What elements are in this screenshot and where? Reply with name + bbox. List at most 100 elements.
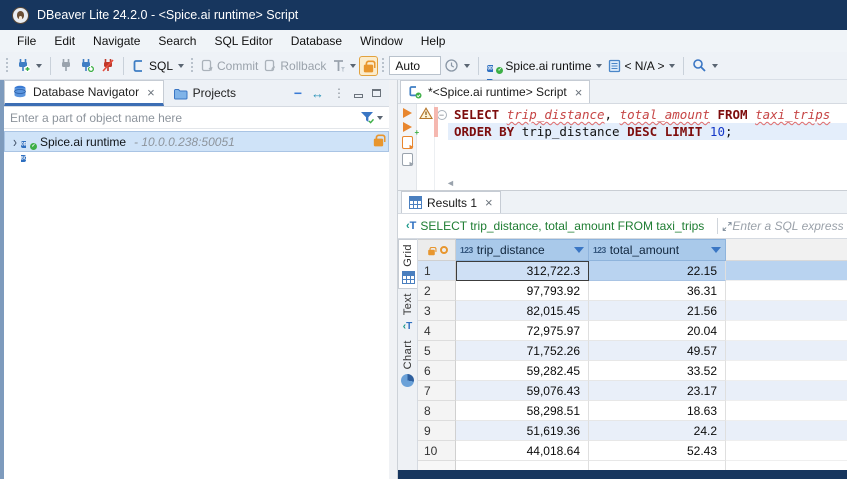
object-filter-input[interactable]: Enter a part of object name here [10,111,360,125]
menu-item-window[interactable]: Window [351,32,412,50]
reconnect-button[interactable] [76,56,98,75]
cell-total_amount[interactable]: 49.57 [589,341,726,361]
row-number[interactable]: 1 [418,261,456,281]
grid-row-8[interactable]: 858,298.5118.63 [418,401,847,421]
transaction-mode-dropdown-arrow[interactable] [350,64,356,68]
sort-desc-icon[interactable] [574,247,584,253]
execute-statement-button[interactable] [403,108,412,118]
menu-item-search[interactable]: Search [149,32,205,50]
sql-line-1[interactable]: SELECT trip_distance, total_amount FROM … [448,106,847,123]
column-header-total-amount[interactable]: 123 total_amount [589,239,726,261]
menu-item-help[interactable]: Help [412,32,455,50]
disconnect-button[interactable] [98,56,118,75]
row-number[interactable]: 4 [418,321,456,341]
cell-total_amount[interactable]: 23.17 [589,381,726,401]
rollback-button[interactable]: Rollback [261,57,329,75]
expand-arrows-icon[interactable] [722,220,732,233]
collapse-all-icon[interactable]: − [294,85,302,101]
sql-editor[interactable]: − SELECT trip_distance, total_amount FRO… [398,104,847,190]
grid-row-4[interactable]: 472,975.9720.04 [418,321,847,341]
cell-total_amount[interactable]: 24.2 [589,421,726,441]
row-number[interactable]: 2 [418,281,456,301]
commit-mode-combo[interactable]: Auto [389,56,441,75]
commit-button[interactable]: Commit [198,57,261,75]
sort-desc-icon[interactable] [711,247,721,253]
row-number[interactable]: 9 [418,421,456,441]
tab-projects[interactable]: Projects [164,80,245,106]
result-grid[interactable]: 123 trip_distance 123 total_amount [418,239,847,479]
grid-row-1[interactable]: 1312,722.322.15 [418,261,847,281]
close-icon[interactable]: × [485,195,493,210]
execute-new-tab-button[interactable] [403,122,412,132]
cell-total_amount[interactable]: 33.52 [589,361,726,381]
menu-item-sql-editor[interactable]: SQL Editor [205,32,281,50]
cell-trip_distance[interactable]: 82,015.45 [456,301,589,321]
row-number[interactable]: 8 [418,401,456,421]
search-dropdown-arrow[interactable] [712,64,718,68]
expand-chevron-icon[interactable]: › [13,132,17,150]
sql-editor-dropdown-arrow[interactable] [178,64,184,68]
tab-script[interactable]: *<Spice.ai runtime> Script × [400,80,590,103]
grid-row-6[interactable]: 659,282.4533.52 [418,361,847,381]
results-filter-bar[interactable]: ‹T SELECT trip_distance, total_amount FR… [398,214,847,239]
connection-lock-toggle[interactable] [359,56,378,76]
cell-trip_distance[interactable]: 58,298.51 [456,401,589,421]
cell-total_amount[interactable]: 21.56 [589,301,726,321]
fold-minus-icon[interactable]: − [437,110,447,120]
cell-trip_distance[interactable]: 59,076.43 [456,381,589,401]
connection-dropdown-arrow[interactable] [596,64,602,68]
new-connection-dropdown-arrow[interactable] [36,64,42,68]
cell-trip_distance[interactable]: 51,619.36 [456,421,589,441]
grid-corner-cell[interactable] [418,239,456,261]
tab-database-navigator[interactable]: Database Navigator × [4,80,164,106]
tab-grid[interactable]: Grid [398,239,417,289]
row-number[interactable]: 6 [418,361,456,381]
tab-text[interactable]: Text ‹T [398,289,417,336]
execute-script-button[interactable] [402,136,413,149]
cell-trip_distance[interactable]: 44,018.64 [456,441,589,461]
row-number[interactable]: 3 [418,301,456,321]
column-header-trip-distance[interactable]: 123 trip_distance [456,239,589,261]
menu-item-file[interactable]: File [8,32,45,50]
explain-plan-button[interactable] [402,153,413,166]
grid-row-7[interactable]: 759,076.4323.17 [418,381,847,401]
connect-button[interactable] [56,56,76,75]
grid-row-9[interactable]: 951,619.3624.2 [418,421,847,441]
schema-dropdown-arrow[interactable] [669,64,675,68]
sql-expression-input[interactable]: Enter a SQL expression to [732,219,843,233]
tab-chart[interactable]: Chart [398,336,417,391]
connection-tree-item[interactable]: › ODBC✓ Spice.ai runtime - 10.0.0.238:50… [4,131,389,152]
menu-item-navigate[interactable]: Navigate [84,32,149,50]
row-number[interactable]: 5 [418,341,456,361]
cell-trip_distance[interactable]: 97,793.92 [456,281,589,301]
cell-total_amount[interactable]: 20.04 [589,321,726,341]
view-menu-icon[interactable]: ⋮ [333,86,345,100]
active-connection-selector[interactable]: ODBC✓ Spice.ai runtime [484,57,605,75]
new-connection-button[interactable] [13,56,45,75]
grid-row-3[interactable]: 382,015.4521.56 [418,301,847,321]
cell-total_amount[interactable]: 18.63 [589,401,726,421]
filter-dropdown-arrow[interactable] [377,116,383,120]
transaction-log-button[interactable] [441,56,473,75]
custom-filter-icon[interactable]: ‹T [406,220,416,232]
cell-trip_distance[interactable]: 72,975.97 [456,321,589,341]
cell-total_amount[interactable]: 22.15 [589,261,726,281]
cell-total_amount[interactable]: 52.43 [589,441,726,461]
menu-item-edit[interactable]: Edit [45,32,84,50]
tab-results-1[interactable]: Results 1 × [401,191,501,213]
code-area[interactable]: SELECT trip_distance, total_amount FROM … [448,104,847,190]
filter-funnel-icon[interactable] [360,111,375,124]
transaction-mode-button[interactable] [329,57,359,75]
link-with-editor-icon[interactable]: ↔ [311,86,324,101]
hscrollbar-left-arrow[interactable]: ◄ [446,178,455,188]
grid-row-5[interactable]: 571,752.2649.57 [418,341,847,361]
close-icon[interactable]: × [575,85,583,100]
row-number[interactable]: 7 [418,381,456,401]
search-button[interactable] [689,56,721,75]
close-icon[interactable]: × [147,85,155,100]
cell-trip_distance[interactable]: 312,722.3 [456,261,589,281]
maximize-panel-icon[interactable] [372,89,381,97]
panel-splitter[interactable] [389,80,397,479]
history-dropdown-arrow[interactable] [464,64,470,68]
row-number[interactable]: 10 [418,441,456,461]
